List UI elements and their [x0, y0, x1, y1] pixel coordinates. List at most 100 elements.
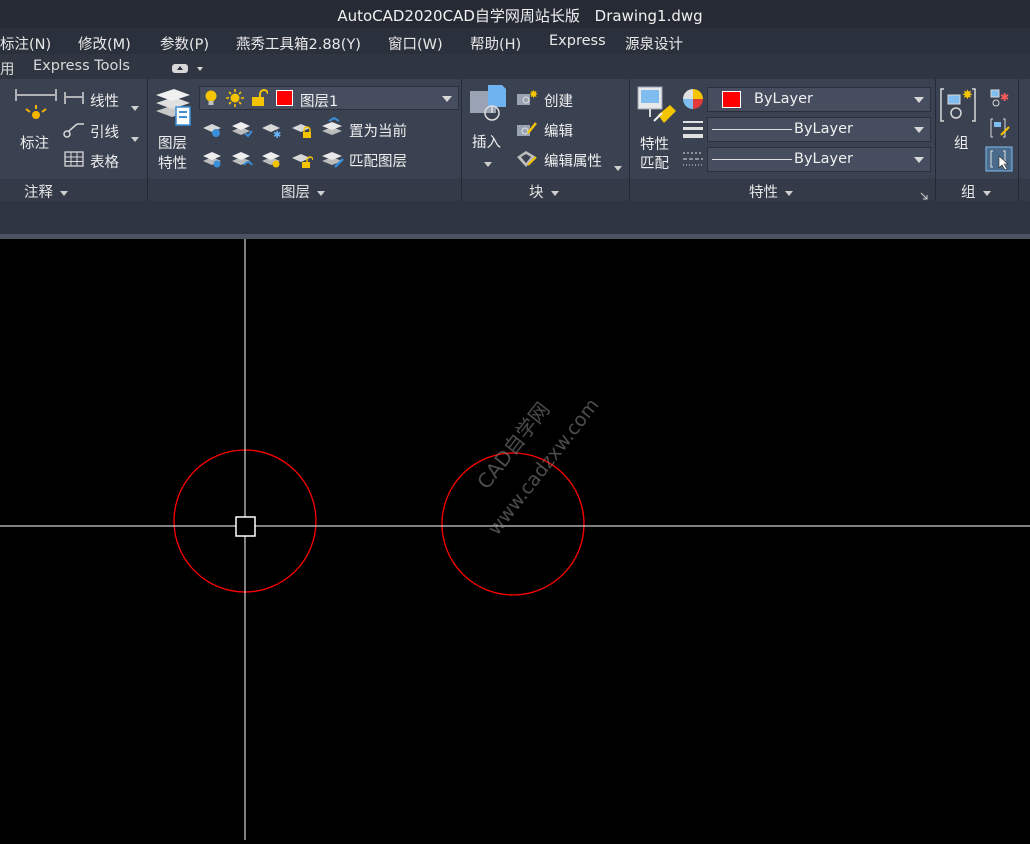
menu-bar: 标注(N) 修改(M) 参数(P) 燕秀工具箱2.88(Y) 窗口(W) 帮助(… — [0, 28, 1030, 54]
color-dropdown[interactable]: ByLayer — [707, 87, 931, 112]
leader-icon[interactable] — [63, 120, 85, 142]
layer-isolate-icon[interactable] — [231, 119, 253, 143]
layer-properties-icon[interactable] — [152, 83, 194, 131]
color-dropdown-arrow-icon — [914, 97, 924, 103]
color-swatch — [722, 91, 742, 113]
layer-off-icon[interactable] — [202, 119, 224, 143]
linetype-preview — [712, 129, 792, 130]
insert-dropdown-icon[interactable] — [484, 152, 492, 171]
linear-dimension-icon[interactable] — [63, 90, 85, 110]
create-block-button[interactable]: 创建 — [544, 90, 573, 111]
linetype-dropdown[interactable]: ByLayer — [707, 117, 931, 142]
title-bar: AutoCAD2020CAD自学网周站长版 Drawing1.dwg — [0, 0, 1030, 28]
edit-attributes-dropdown-icon[interactable] — [614, 156, 622, 175]
layer-dropdown[interactable]: 图层1 — [199, 86, 459, 110]
model-space[interactable]: CAD自学网 www.cadzxw.com — [0, 239, 1030, 840]
ribbon-panel-titlebar — [0, 179, 1030, 201]
group-edit-icon[interactable] — [989, 117, 1011, 143]
lineweight-dropdown[interactable]: ByLayer — [707, 147, 931, 172]
layer-properties-line2[interactable]: 特性 — [158, 152, 187, 173]
layers-panel-label: 图层 — [281, 185, 310, 201]
menu-window[interactable]: 窗口(W) — [388, 33, 443, 54]
edit-attributes-icon[interactable] — [516, 149, 538, 173]
window-title: AutoCAD2020CAD自学网周站长版 Drawing1.dwg — [0, 5, 1030, 26]
lineweight-dropdown-arrow-icon — [914, 157, 924, 163]
svg-text:✸: ✸ — [529, 88, 538, 101]
bulb-on-icon — [204, 89, 218, 111]
table-button[interactable]: 表格 — [90, 151, 119, 172]
layer-thaw-all-icon[interactable] — [261, 149, 283, 173]
dimension-button[interactable]: 标注 — [20, 132, 49, 153]
svg-text:✱: ✱ — [273, 130, 281, 139]
panel-title-groups[interactable]: 组 — [961, 181, 991, 202]
set-current-layer-icon[interactable] — [321, 116, 345, 143]
unlock-icon — [250, 89, 269, 111]
annotation-panel-label: 注释 — [24, 185, 53, 201]
lineweight-preview — [712, 159, 792, 160]
linetype-dropdown-arrow-icon — [914, 127, 924, 133]
leader-dropdown-icon[interactable] — [131, 127, 139, 146]
group-selection-icon[interactable] — [985, 146, 1013, 176]
lineweight-value: ByLayer — [794, 151, 853, 167]
panel-divider — [629, 79, 630, 201]
menu-dimension[interactable]: 标注(N) — [0, 33, 51, 54]
svg-text:✸: ✸ — [962, 88, 973, 103]
layer-previous-icon[interactable] — [231, 149, 253, 173]
layer-color-swatch — [276, 90, 294, 111]
menu-help[interactable]: 帮助(H) — [470, 33, 521, 54]
layer-unisolate-icon[interactable] — [202, 149, 224, 173]
linear-button[interactable]: 线性 — [90, 90, 119, 111]
insert-button[interactable]: 插入 — [472, 131, 501, 152]
set-current-button[interactable]: 置为当前 — [349, 120, 407, 141]
match-properties-icon[interactable] — [636, 85, 678, 131]
edit-attributes-button[interactable]: 编辑属性 — [544, 150, 602, 171]
create-block-icon[interactable]: ✸ — [516, 88, 538, 112]
tab-express-tools[interactable]: Express Tools — [33, 58, 130, 74]
panel-title-annotation[interactable]: 注释 — [24, 181, 68, 202]
file-name: Drawing1.dwg — [594, 7, 703, 25]
panel-divider — [461, 79, 462, 201]
layer-lock-icon[interactable] — [291, 119, 313, 143]
leader-button[interactable]: 引线 — [90, 121, 119, 142]
layer-freeze-icon[interactable]: ✱ — [261, 119, 283, 143]
ungroup-icon[interactable]: ✱ — [989, 87, 1011, 113]
ribbon-tab-bar: 用 Express Tools — [0, 54, 1030, 79]
lineweight-icon[interactable] — [682, 119, 704, 143]
pickbox-cursor — [235, 516, 256, 537]
menu-yuanquan-design[interactable]: 源泉设计 — [625, 33, 683, 54]
match-properties-line2[interactable]: 匹配 — [640, 152, 669, 173]
panel-divider — [1018, 79, 1019, 201]
edit-block-button[interactable]: 编辑 — [544, 120, 573, 141]
table-icon[interactable] — [64, 151, 84, 171]
panel-divider — [935, 79, 936, 201]
tab-options-icon[interactable] — [172, 60, 204, 79]
color-wheel-icon[interactable] — [682, 88, 704, 114]
match-layer-button[interactable]: 匹配图层 — [349, 150, 407, 171]
panel-title-properties[interactable]: 特性 — [749, 181, 793, 202]
dimension-icon[interactable] — [14, 87, 58, 125]
group-icon[interactable]: ✸ — [940, 85, 980, 129]
linetype-icon[interactable] — [682, 150, 704, 174]
menu-yanxiu-toolbox[interactable]: 燕秀工具箱2.88(Y) — [236, 33, 361, 54]
layer-properties-line1[interactable]: 图层 — [158, 132, 187, 153]
drawing-canvas[interactable]: CAD自学网 www.cadzxw.com — [0, 239, 1030, 840]
group-button[interactable]: 组 — [954, 132, 969, 153]
app-title: AutoCAD2020CAD自学网周站长版 — [337, 7, 580, 25]
edit-block-icon[interactable] — [516, 119, 538, 143]
panel-title-block[interactable]: 块 — [529, 181, 559, 202]
layer-unlock-icon[interactable] — [291, 149, 314, 173]
linear-dropdown-icon[interactable] — [131, 96, 139, 115]
color-value: ByLayer — [754, 91, 813, 107]
svg-text:✱: ✱ — [1000, 91, 1009, 104]
insert-block-icon[interactable] — [468, 83, 508, 127]
menu-modify[interactable]: 修改(M) — [78, 33, 131, 54]
match-properties-line1[interactable]: 特性 — [640, 133, 669, 154]
panel-title-layers[interactable]: 图层 — [281, 181, 325, 202]
match-layer-icon[interactable] — [321, 147, 345, 173]
menu-parametric[interactable]: 参数(P) — [160, 33, 209, 54]
menu-express[interactable]: Express — [549, 33, 606, 49]
properties-panel-label: 特性 — [749, 185, 778, 201]
tab-partial[interactable]: 用 — [0, 58, 15, 79]
linetype-value: ByLayer — [794, 121, 853, 137]
current-layer-name: 图层1 — [300, 94, 339, 110]
